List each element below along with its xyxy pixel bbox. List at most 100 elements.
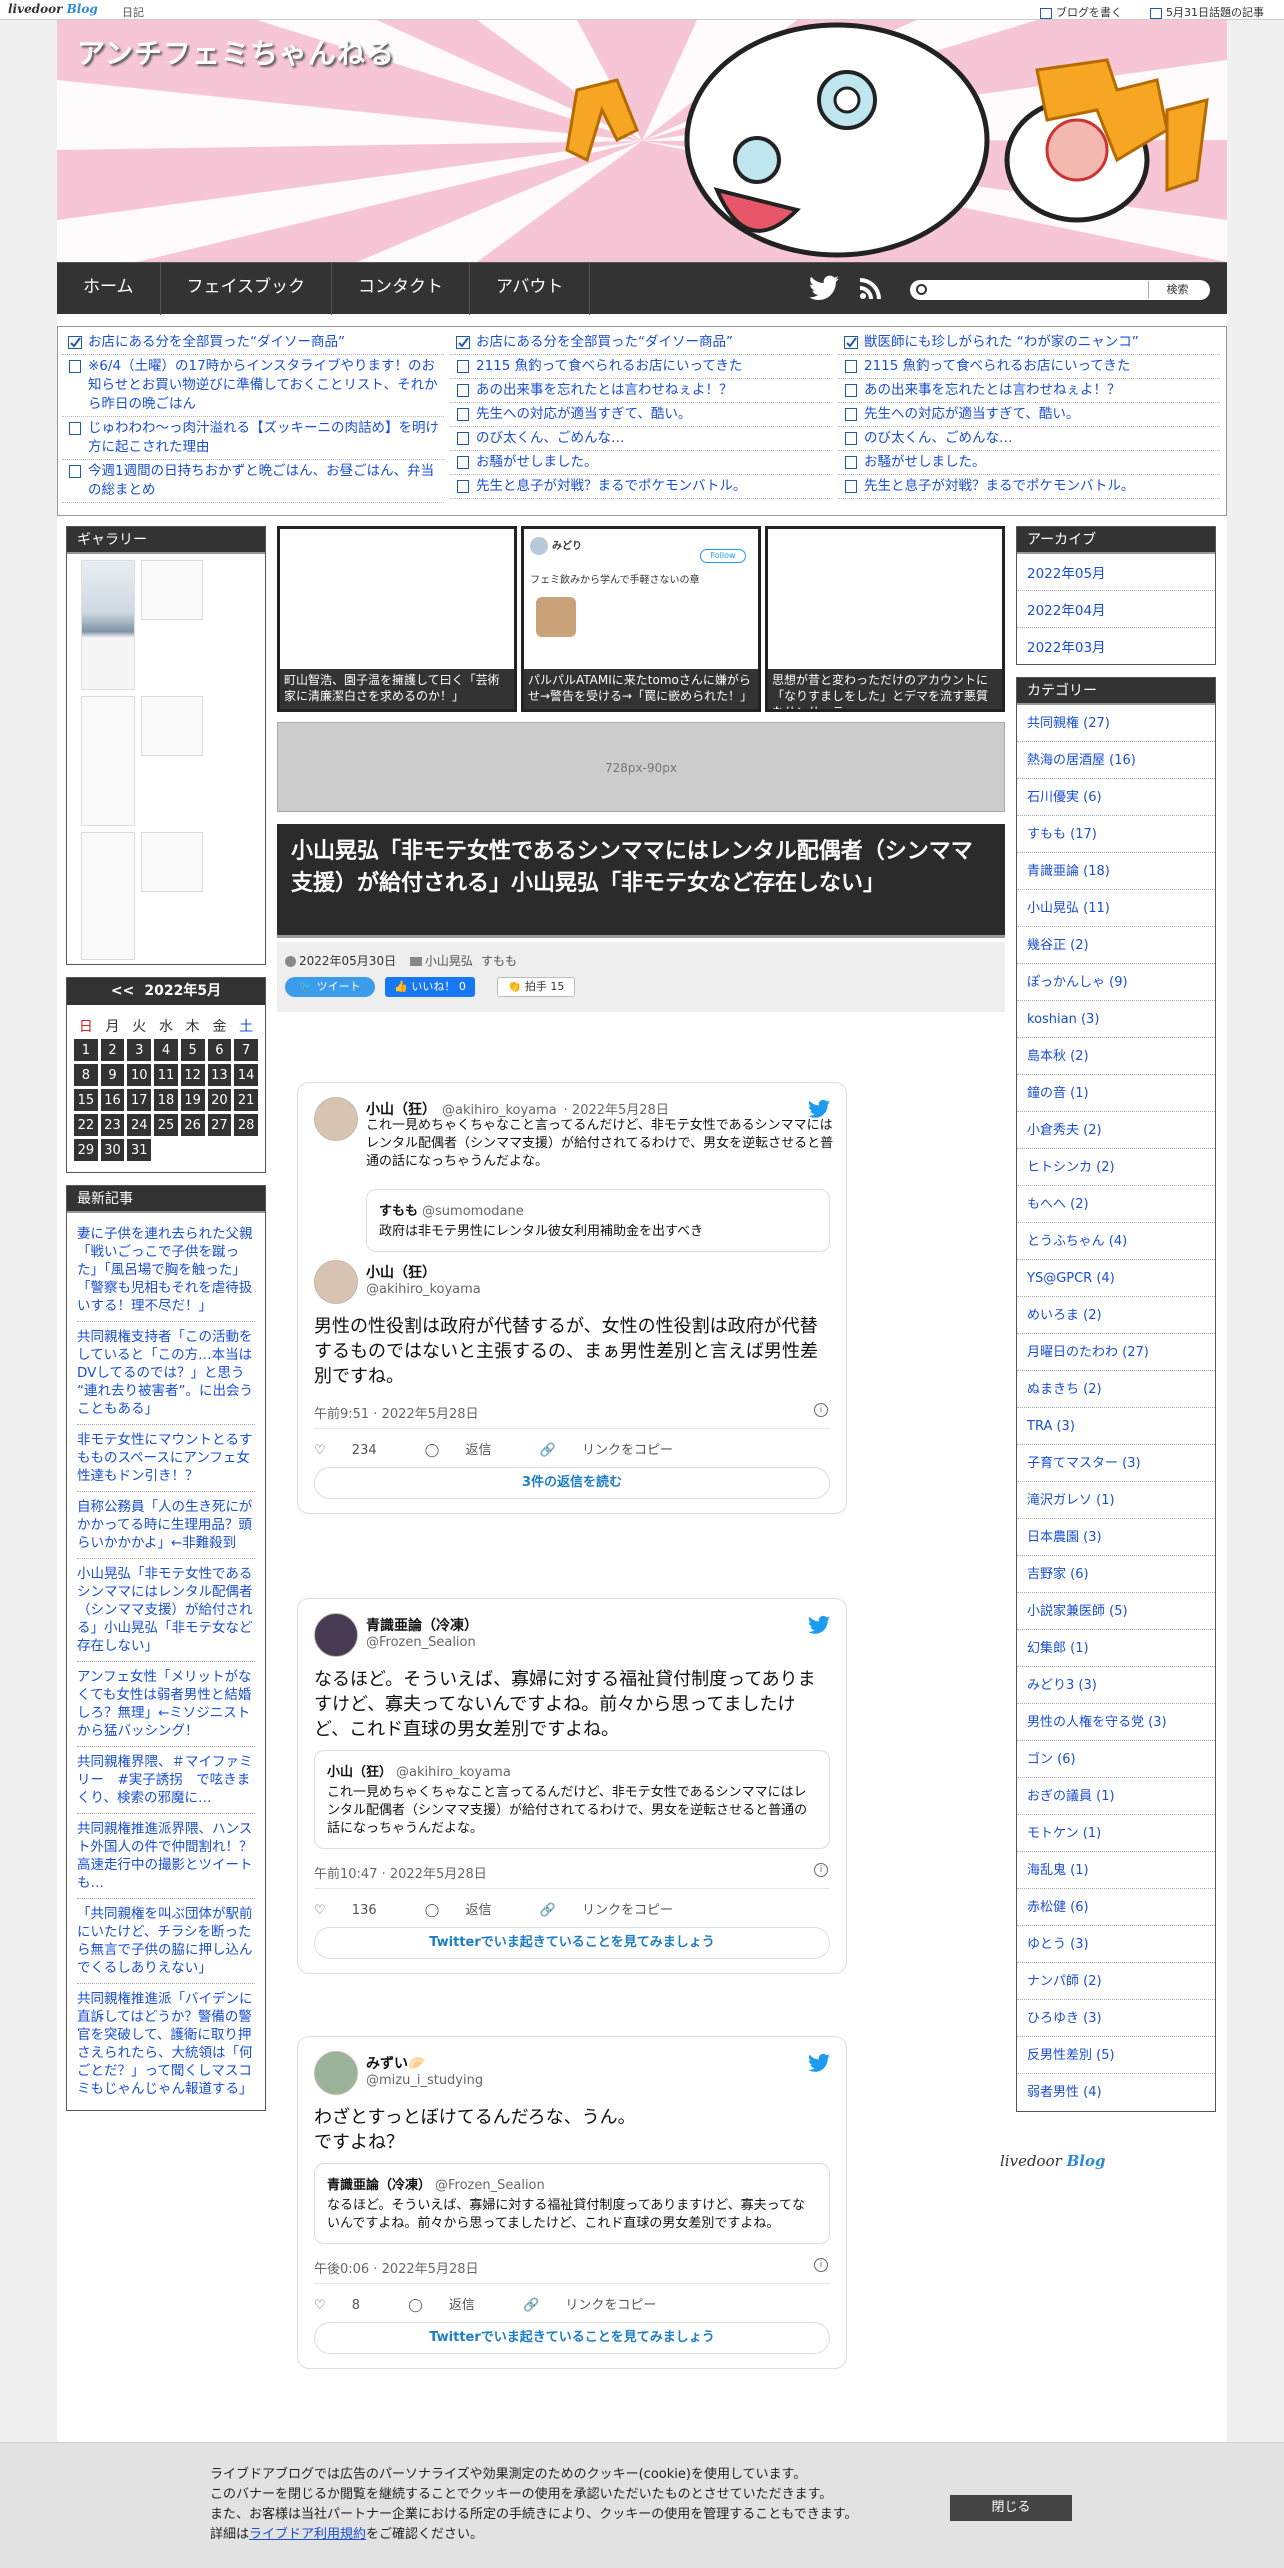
tweet-timestamp[interactable]: 午前9:51 · 2022年5月28日 i	[314, 1397, 830, 1429]
category-link[interactable]: ひろゆき (3)	[1017, 2000, 1215, 2037]
facebook-like-button[interactable]: 👍 いいね！ 0	[385, 977, 475, 997]
category-link[interactable]: 幾谷正 (2)	[1017, 927, 1215, 964]
write-blog-link[interactable]: ブログを書く	[1040, 4, 1122, 20]
category-link[interactable]: 島本秋 (2)	[1017, 1038, 1215, 1075]
reply-action[interactable]: ◯ 返信	[425, 1903, 514, 1918]
archive-link[interactable]: 2022年03月	[1017, 628, 1215, 664]
recent-post-link[interactable]: 「共同親権を叫ぶ団体が駅前にいたけど、チラシを断ったら無言で子供の脇に押し込んで…	[77, 1899, 255, 1984]
tweet-timestamp[interactable]: 午後0:06 · 2022年5月28日 i	[314, 2252, 830, 2284]
calendar-day[interactable]: 5	[180, 1039, 205, 1061]
calendar-day[interactable]: 14	[234, 1064, 258, 1086]
category-link[interactable]: ゴン (6)	[1017, 1741, 1215, 1778]
calendar-day[interactable]: 4	[154, 1039, 178, 1061]
category-link[interactable]: みどり3 (3)	[1017, 1667, 1215, 1704]
recent-post-link[interactable]: 共同親権推進派「バイデンに直訴してはどうか？警備の警官を突破して、護衛に取り押さ…	[77, 1984, 255, 2104]
copy-link-action[interactable]: 🔗 リンクをコピー	[523, 2298, 678, 2313]
gallery-thumbnail[interactable]	[81, 560, 135, 690]
twitter-bird-icon[interactable]	[808, 1099, 830, 1119]
avatar[interactable]	[314, 1097, 358, 1141]
reply-action[interactable]: ◯ 返信	[425, 1443, 514, 1458]
tweet-author-handle[interactable]: @mizu_i_studying	[366, 2073, 483, 2088]
category-link[interactable]: 赤松健 (6)	[1017, 1889, 1215, 1926]
cookie-close-button[interactable]: 閉じる	[950, 2495, 1072, 2521]
ticker-item[interactable]: お騒がせしました。	[450, 451, 832, 475]
calendar-day[interactable]: 11	[154, 1064, 178, 1086]
diary-link[interactable]: 日記	[122, 4, 144, 20]
category-link[interactable]: 小山晃弘	[425, 954, 473, 968]
category-link[interactable]: 青識亜論 (18)	[1017, 853, 1215, 890]
ticker-item[interactable]: のび太くん、ごめんな…	[838, 427, 1220, 451]
like-action[interactable]: ♡ 8	[314, 2298, 382, 2313]
recent-post-link[interactable]: 共同親権支持者「この活動をしていると「この方…本当はDVしてるのでは？」と思う …	[77, 1322, 255, 1425]
calendar-day[interactable]: 25	[154, 1114, 178, 1136]
tweet-share-button[interactable]: 🐦 ツイート	[285, 977, 375, 997]
category-link[interactable]: ヒトシンカ (2)	[1017, 1149, 1215, 1186]
featured-card[interactable]: みどり Follow フェミ飲みから学んで手軽さないの章 パルパルATAMIに来…	[521, 526, 761, 712]
recent-post-link[interactable]: 小山晃弘「非モテ女性であるシンママにはレンタル配偶者（シンママ支援）が給付される…	[77, 1559, 255, 1662]
ticker-item[interactable]: お店にある分を全部買った“ダイソー商品”	[62, 331, 444, 355]
ticker-item[interactable]: 今週1週間の日持ちおかずと晩ごはん、お昼ごはん、弁当の総まとめ	[62, 460, 444, 503]
calendar-day[interactable]: 10	[127, 1064, 152, 1086]
category-link[interactable]: 男性の人権を守る党 (3)	[1017, 1704, 1215, 1741]
tweet-author[interactable]: 小山（狂） @akihiro_koyama · 2022年5月28日	[366, 1099, 669, 1119]
calendar-day[interactable]: 22	[74, 1114, 98, 1136]
info-icon[interactable]: i	[814, 1863, 828, 1877]
see-more-on-twitter-button[interactable]: Twitterでいま起きていることを見てみましょう	[314, 2322, 830, 2354]
gallery-thumbnail[interactable]	[141, 560, 203, 620]
tweet-author-handle[interactable]: @akihiro_koyama	[366, 1282, 481, 1297]
category-link[interactable]: ぽっかんしゃ (9)	[1017, 964, 1215, 1001]
category-link[interactable]: ゆとう (3)	[1017, 1926, 1215, 1963]
copy-link-action[interactable]: 🔗 リンクをコピー	[540, 1443, 695, 1458]
twitter-icon[interactable]	[809, 275, 839, 301]
recent-post-link[interactable]: 自称公務員「人の生き死にがかかってる時に生理用品？頭らいかかかよ」←非難殺到	[77, 1492, 255, 1559]
category-link[interactable]: 熱海の居酒屋 (16)	[1017, 742, 1215, 779]
category-link[interactable]: 小倉秀夫 (2)	[1017, 1112, 1215, 1149]
category-link[interactable]: 小説家兼医師 (5)	[1017, 1593, 1215, 1630]
category-link[interactable]: 弱者男性 (4)	[1017, 2074, 1215, 2111]
category-link[interactable]: モトケン (1)	[1017, 1815, 1215, 1852]
category-link[interactable]: すもも	[481, 954, 517, 968]
calendar-day[interactable]: 9	[100, 1064, 125, 1086]
calendar-day[interactable]: 8	[74, 1064, 98, 1086]
search-button[interactable]: 検索	[1148, 281, 1206, 299]
avatar[interactable]	[314, 2051, 358, 2095]
calendar-prev-link[interactable]: <<	[111, 983, 134, 999]
calendar-day[interactable]: 3	[127, 1039, 152, 1061]
quoted-tweet[interactable]: 小山（狂） @akihiro_koyama これ一見めちゃくちゃなこと言ってるんだ…	[314, 1750, 830, 1849]
calendar-day[interactable]: 29	[74, 1139, 98, 1161]
ad-placeholder[interactable]: 728px-90px	[277, 722, 1005, 812]
category-link[interactable]: 幻集郎 (1)	[1017, 1630, 1215, 1667]
category-link[interactable]: 日本農園 (3)	[1017, 1519, 1215, 1556]
category-link[interactable]: 石川優実 (6)	[1017, 779, 1215, 816]
category-link[interactable]: 吉野家 (6)	[1017, 1556, 1215, 1593]
category-link[interactable]: 子育てマスター (3)	[1017, 1445, 1215, 1482]
calendar-day[interactable]: 16	[100, 1089, 125, 1111]
ticker-item[interactable]: 先生と息子が対戦？まるでポケモンバトル。	[838, 475, 1220, 499]
ticker-item[interactable]: 2115 魚釣って食べられるお店にいってきた	[450, 355, 832, 379]
archive-link[interactable]: 2022年04月	[1017, 591, 1215, 628]
recent-post-link[interactable]: 共同親権界隈、＃マイファミリー #実子誘拐 で呟きまくり、検索の邪魔に…	[77, 1747, 255, 1814]
calendar-day[interactable]: 2	[100, 1039, 125, 1061]
recent-post-link[interactable]: アンフェ女性「メリットがなくても女性は弱者男性と結婚しろ？無理」←ミソジニストか…	[77, 1662, 255, 1747]
quoted-tweet[interactable]: 青識亜論（冷凍） @Frozen_Sealion なるほど。そういえば、寡婦に対す…	[314, 2163, 830, 2244]
tweet-timestamp[interactable]: 午前10:47 · 2022年5月28日 i	[314, 1857, 830, 1889]
archive-link[interactable]: 2022年05月	[1017, 554, 1215, 591]
gallery-thumbnail[interactable]	[141, 832, 203, 892]
info-icon[interactable]: i	[814, 1403, 828, 1417]
ticker-item[interactable]: 先生への対応が適当すぎて、酷い。	[838, 403, 1220, 427]
ticker-item[interactable]: 獣医師にも珍しがられた “わが家のニャンコ”	[838, 331, 1220, 355]
ticker-item[interactable]: じゅわわわ～っ肉汁溢れる【ズッキーニの肉詰め】を明け方に起こされた理由	[62, 417, 444, 460]
category-link[interactable]: 共同親権 (27)	[1017, 705, 1215, 742]
category-link[interactable]: 反男性差別 (5)	[1017, 2037, 1215, 2074]
tweet-author-name[interactable]: 青識亜論（冷凍）	[366, 1615, 478, 1635]
nav-facebook[interactable]: フェイスブック	[161, 263, 332, 315]
calendar-day[interactable]: 27	[207, 1114, 232, 1136]
clap-button[interactable]: 👏 拍手 15	[497, 977, 575, 997]
calendar-day[interactable]: 7	[234, 1039, 258, 1061]
ticker-item[interactable]: お店にある分を全部買った“ダイソー商品”	[450, 331, 832, 355]
calendar-day[interactable]: 21	[234, 1089, 258, 1111]
terms-link[interactable]: ライブドア利用規約	[249, 2527, 366, 2542]
calendar-day[interactable]: 13	[207, 1064, 232, 1086]
recent-post-link[interactable]: 非モテ女性にマウントとるすもものスペースにアンフェ女性達もドン引き！？	[77, 1425, 255, 1492]
calendar-day[interactable]: 19	[180, 1089, 205, 1111]
